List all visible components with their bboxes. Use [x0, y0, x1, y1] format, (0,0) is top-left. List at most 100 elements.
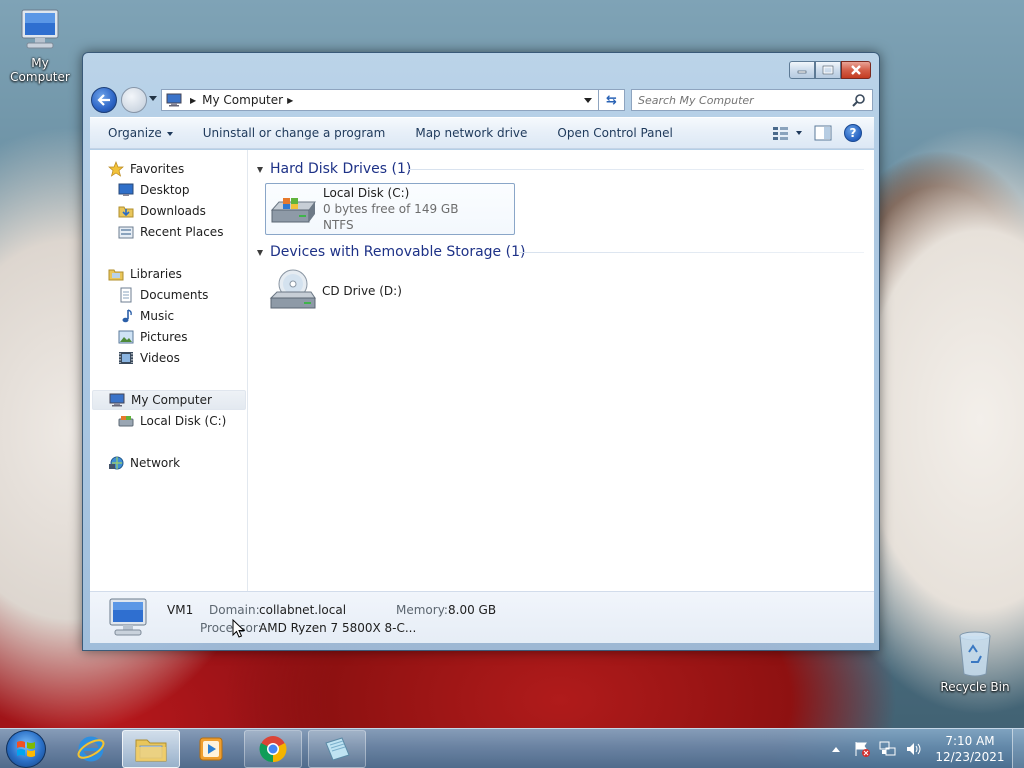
help-icon[interactable]: ? [844, 124, 862, 142]
windows-logo-icon [17, 741, 35, 757]
back-arrow-icon [97, 94, 110, 106]
nav-item-label: Network [130, 456, 181, 470]
nav-item-label: Music [140, 309, 175, 323]
nav-item-pictures[interactable]: Pictures [118, 327, 188, 347]
preview-pane-icon[interactable] [814, 125, 832, 141]
address-dropdown-icon[interactable] [584, 98, 592, 103]
computer-icon [166, 93, 182, 107]
address-bar[interactable]: ▶ My Computer ▶ [161, 89, 599, 111]
memory-label: Memory: [396, 603, 448, 617]
organize-label: Organize [108, 126, 162, 140]
clock-date: 12/23/2021 [935, 750, 1005, 764]
desktop-icon-recycle-bin[interactable]: Recycle Bin [935, 630, 1015, 694]
nav-item-label: Videos [140, 351, 180, 365]
media-player-icon [199, 737, 223, 761]
forward-button[interactable] [121, 87, 147, 113]
downloads-folder-icon [118, 203, 134, 219]
nav-item-my-computer[interactable]: My Computer [92, 390, 246, 410]
back-button[interactable] [91, 87, 117, 113]
nav-item-downloads[interactable]: Downloads [118, 201, 206, 221]
drive-name: CD Drive (D:) [322, 284, 402, 298]
nav-item-music[interactable]: Music [118, 306, 174, 326]
desktop-icon-my-computer[interactable]: My Computer [0, 8, 80, 84]
clock-time: 7:10 AM [945, 734, 995, 748]
recycle-bin-icon [959, 631, 991, 677]
action-center-icon[interactable] [852, 739, 872, 759]
volume-icon[interactable] [904, 739, 924, 759]
documents-icon [118, 287, 134, 303]
domain-value: collabnet.local [259, 603, 347, 617]
minimize-icon [797, 70, 807, 74]
search-input[interactable] [632, 93, 842, 107]
taskbar-notepad[interactable] [308, 730, 366, 768]
computer-icon [109, 598, 147, 636]
group-header-removable-storage[interactable]: Devices with Removable Storage (1) [257, 242, 525, 262]
nav-item-libraries[interactable]: Libraries [108, 264, 182, 284]
search-icon[interactable] [852, 93, 866, 107]
processor-label: Processor: [200, 621, 262, 635]
videos-icon [118, 350, 134, 366]
collapse-triangle-icon [257, 250, 263, 256]
nav-item-recent-places[interactable]: Recent Places [118, 222, 223, 242]
nav-item-label: Documents [140, 288, 209, 302]
show-desktop-button[interactable] [1012, 729, 1024, 768]
change-view-icon[interactable] [772, 126, 802, 140]
nav-item-label: Desktop [140, 183, 190, 197]
desktop-icon-label: My Computer [10, 56, 70, 84]
show-hidden-icons-icon[interactable] [826, 739, 846, 759]
uninstall-program-button[interactable]: Uninstall or change a program [188, 126, 401, 140]
refresh-button[interactable]: ⇆ [599, 89, 625, 111]
nav-item-documents[interactable]: Documents [118, 285, 208, 305]
network-status-icon[interactable] [878, 739, 898, 759]
cd-drive-icon [269, 269, 316, 309]
nav-item-network[interactable]: Network [108, 453, 180, 473]
organize-menu[interactable]: Organize [90, 126, 188, 140]
taskbar-media-player[interactable] [182, 730, 240, 768]
breadcrumb-my-computer[interactable]: My Computer [202, 93, 283, 107]
minimize-button[interactable] [789, 61, 815, 79]
refresh-icon: ⇆ [606, 92, 617, 108]
close-button[interactable] [841, 61, 871, 79]
nav-item-desktop[interactable]: Desktop [118, 180, 190, 200]
breadcrumb-separator-icon[interactable]: ▶ [287, 96, 293, 105]
items-view: Hard Disk Drives (1) Local Disk (C:) 0 b… [249, 150, 874, 591]
computer-icon [21, 9, 59, 49]
internet-explorer-icon [77, 736, 105, 762]
memory-value: 8.00 GB [448, 603, 497, 617]
taskbar: 7:10 AM 12/23/2021 [0, 728, 1024, 768]
clock[interactable]: 7:10 AM 12/23/2021 [934, 733, 1006, 765]
search-box[interactable] [631, 89, 873, 111]
maximize-icon [822, 65, 834, 75]
taskbar-windows-explorer[interactable] [122, 730, 180, 768]
desktop-folder-icon [118, 182, 134, 198]
start-button[interactable] [6, 730, 46, 768]
nav-item-label: My Computer [131, 393, 212, 407]
hard-disk-icon [270, 198, 316, 223]
content-area: Favorites Desktop Downloads Recent Place… [90, 150, 874, 591]
recent-places-icon [118, 224, 134, 240]
drive-tile-cd-drive[interactable]: CD Drive (D:) [265, 268, 465, 320]
nav-item-label: Libraries [130, 267, 182, 281]
taskbar-chrome[interactable] [244, 730, 302, 768]
explorer-window: ▶ My Computer ▶ ⇆ Organize Uninstall or … [82, 52, 880, 651]
navigation-bar: ▶ My Computer ▶ ⇆ [91, 85, 873, 113]
drive-free-space: 0 bytes free of 149 GB [323, 202, 459, 216]
open-control-panel-button[interactable]: Open Control Panel [542, 126, 687, 140]
drive-tile-local-disk[interactable]: Local Disk (C:) 0 bytes free of 149 GB N… [265, 183, 515, 235]
close-icon [851, 65, 861, 75]
command-bar: Organize Uninstall or change a program M… [90, 117, 874, 149]
nav-item-label: Downloads [140, 204, 206, 218]
nav-item-videos[interactable]: Videos [118, 348, 180, 368]
breadcrumb-separator-icon[interactable]: ▶ [190, 96, 196, 105]
maximize-button[interactable] [815, 61, 841, 79]
hard-disk-icon [118, 413, 134, 429]
recent-pages-dropdown[interactable] [149, 96, 157, 101]
nav-item-favorites[interactable]: Favorites [108, 159, 184, 179]
taskbar-internet-explorer[interactable] [62, 730, 120, 768]
group-divider [519, 252, 864, 253]
network-icon [108, 455, 124, 471]
group-header-hard-disk-drives[interactable]: Hard Disk Drives (1) [257, 159, 411, 179]
map-network-drive-button[interactable]: Map network drive [400, 126, 542, 140]
nav-item-local-disk[interactable]: Local Disk (C:) [118, 411, 226, 431]
mouse-cursor-icon [232, 619, 246, 638]
